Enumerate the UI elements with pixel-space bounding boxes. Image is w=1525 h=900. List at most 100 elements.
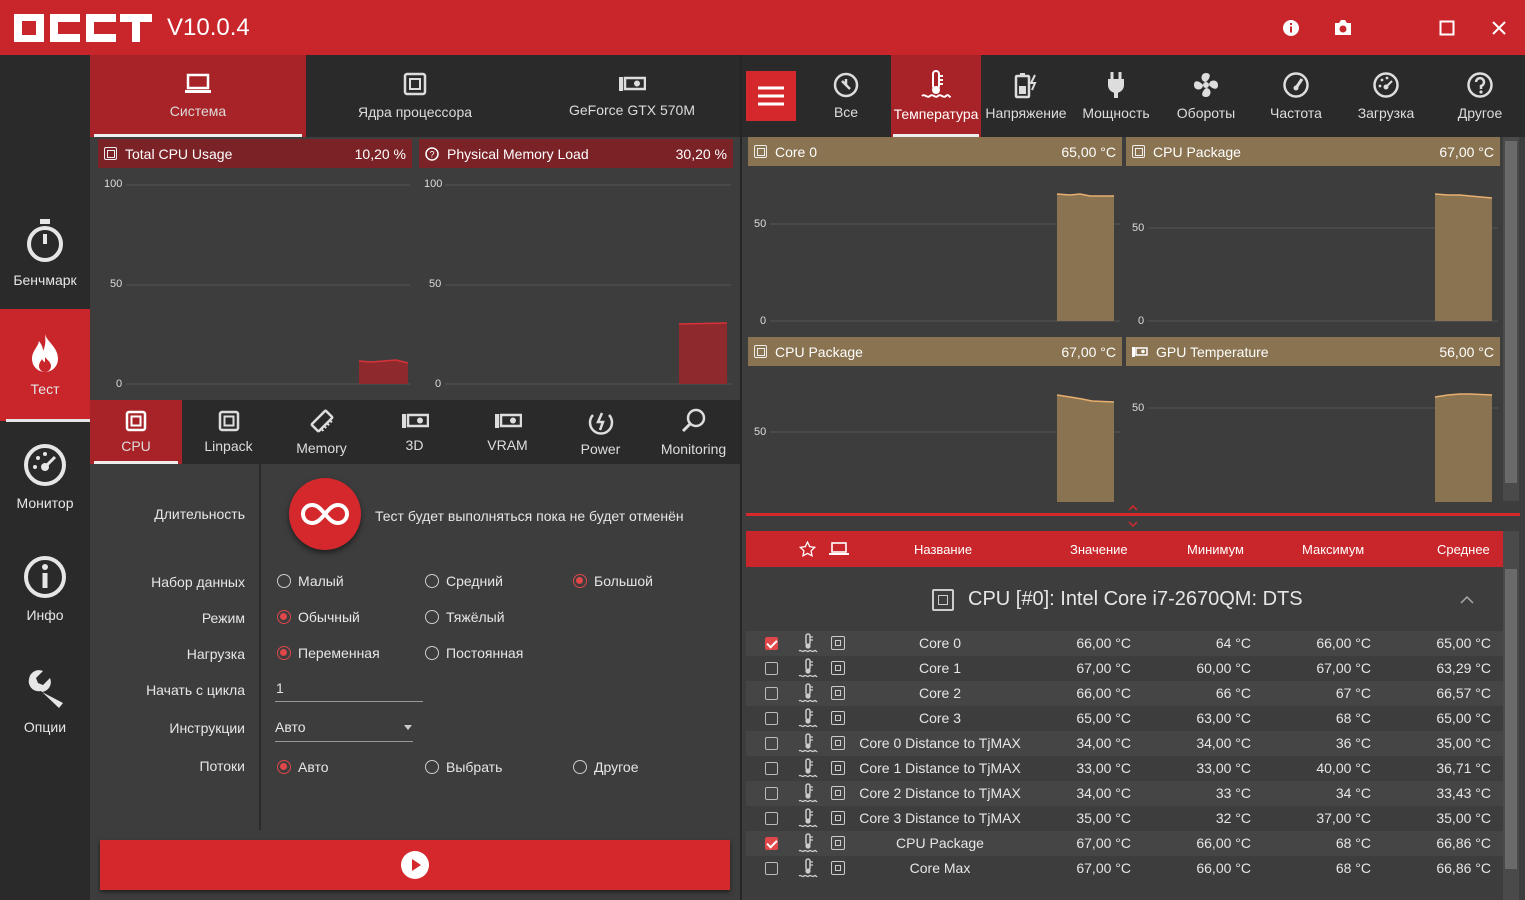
- threads-other-radio[interactable]: Другое: [573, 759, 638, 775]
- graph-toggle-icon[interactable]: [831, 686, 845, 700]
- graph-checkbox[interactable]: [104, 147, 117, 160]
- gpu-icon: [619, 76, 646, 91]
- info-button[interactable]: [1277, 14, 1305, 42]
- graph-toggle-icon[interactable]: [831, 861, 845, 875]
- table-row[interactable]: Core 0 66,00 °C 64 °C 66,00 °C 65,00 °C: [746, 631, 1503, 656]
- table-row[interactable]: Core 1 Distance to TjMAX 33,00 °C 33,00 °C…: [746, 756, 1503, 781]
- graph-toggle-icon[interactable]: [831, 661, 845, 675]
- tab-test-power[interactable]: Power: [554, 400, 647, 464]
- graph-toggle-icon[interactable]: [831, 786, 845, 800]
- row-checkbox[interactable]: [765, 812, 778, 825]
- nav-benchmark[interactable]: Бенчмарк: [0, 197, 90, 309]
- table-row[interactable]: Core 3 Distance to TjMAX 35,00 °C 32 °C 37,…: [746, 806, 1503, 831]
- load-constant-radio[interactable]: Постоянная: [425, 645, 523, 661]
- tab-voltage[interactable]: Напряжение: [981, 55, 1071, 137]
- threads-select-radio[interactable]: Выбрать: [425, 759, 502, 775]
- dataset-medium-radio[interactable]: Средний: [425, 573, 503, 589]
- graph-toggle-icon[interactable]: [831, 636, 845, 650]
- start-test-button[interactable]: [100, 840, 730, 890]
- nav-monitor[interactable]: Монитор: [0, 421, 90, 533]
- tab-power[interactable]: Мощность: [1071, 55, 1161, 137]
- graph-toggle-icon[interactable]: [831, 836, 845, 850]
- graph-checkbox[interactable]: [1132, 145, 1145, 158]
- dataset-large-radio[interactable]: Большой: [573, 573, 653, 589]
- star-icon[interactable]: [799, 541, 816, 557]
- tab-other[interactable]: Другое: [1435, 55, 1525, 137]
- tab-frequency[interactable]: Частота: [1251, 55, 1341, 137]
- sensor-avg: 36,71 °C: [1436, 760, 1491, 776]
- nav-test[interactable]: Тест: [0, 309, 90, 421]
- tab-gpu[interactable]: GeForce GTX 570M: [524, 55, 740, 137]
- menu-button[interactable]: [746, 71, 796, 121]
- infinity-icon: [301, 502, 349, 526]
- column-header-min[interactable]: Минимум: [1187, 542, 1244, 557]
- tab-test-linpack[interactable]: Linpack: [182, 400, 275, 464]
- sensor-name: Core 2 Distance to TjMAX: [859, 785, 1021, 801]
- chevron-up-icon[interactable]: [1460, 595, 1474, 604]
- table-row[interactable]: Core 2 66,00 °C 66 °C 67 °C 66,57 °C: [746, 681, 1503, 706]
- row-checkbox[interactable]: [765, 762, 778, 775]
- scrollbar-thumb[interactable]: [1505, 141, 1517, 483]
- row-checkbox[interactable]: [765, 787, 778, 800]
- tab-test-cpu[interactable]: CPU: [90, 400, 182, 464]
- column-header-name[interactable]: Название: [914, 542, 972, 557]
- table-scrollbar[interactable]: [1503, 531, 1519, 900]
- row-checkbox[interactable]: [765, 687, 778, 700]
- sensor-group-header[interactable]: CPU [#0]: Intel Core i7-2670QM: DTS: [746, 567, 1503, 627]
- row-checkbox[interactable]: [765, 712, 778, 725]
- row-checkbox[interactable]: [765, 737, 778, 750]
- graph-checkbox[interactable]: [754, 345, 767, 358]
- tab-test-vram[interactable]: VRAM: [461, 400, 554, 464]
- row-checkbox[interactable]: [765, 637, 778, 650]
- graph-checkbox[interactable]: [754, 145, 767, 158]
- table-row[interactable]: CPU Package 67,00 °C 66,00 °C 68 °C 66,86 °C: [746, 831, 1503, 856]
- tab-test-memory[interactable]: Memory: [275, 400, 368, 464]
- sensor-min: 66 °C: [1215, 685, 1251, 701]
- instructions-select[interactable]: Авто: [275, 714, 413, 742]
- graph-toggle-icon[interactable]: [831, 711, 845, 725]
- tab-cpu-cores[interactable]: Ядра процессора: [306, 55, 524, 137]
- mode-heavy-radio[interactable]: Тяжёлый: [425, 609, 505, 625]
- infinite-duration-button[interactable]: [289, 478, 361, 550]
- column-header-value[interactable]: Значение: [1070, 542, 1128, 557]
- tab-system[interactable]: Система: [90, 55, 306, 137]
- graph-toggle-icon[interactable]: [831, 761, 845, 775]
- close-button[interactable]: [1485, 14, 1513, 42]
- nav-options[interactable]: Опции: [0, 645, 90, 757]
- row-checkbox[interactable]: [765, 862, 778, 875]
- graphs-scrollbar[interactable]: [1503, 137, 1519, 501]
- column-header-max[interactable]: Максимум: [1302, 542, 1364, 557]
- battery-icon: [1014, 73, 1037, 99]
- mode-normal-radio[interactable]: Обычный: [277, 609, 360, 625]
- left-navigation: Бенчмарк Тест Монитор Инфо Опции: [0, 55, 90, 900]
- radio-circle-selected: [277, 646, 291, 660]
- table-row[interactable]: Core 3 65,00 °C 63,00 °C 68 °C 65,00 °C: [746, 706, 1503, 731]
- radio-circle: [277, 574, 291, 588]
- graph-title: Physical Memory Load: [447, 145, 589, 162]
- table-row[interactable]: Core 2 Distance to TjMAX 34,00 °C 33 °C 34 …: [746, 781, 1503, 806]
- tab-test-3d[interactable]: 3D: [368, 400, 461, 464]
- row-checkbox[interactable]: [765, 837, 778, 850]
- tab-all[interactable]: Все: [801, 55, 891, 137]
- table-row[interactable]: Core 0 Distance to TjMAX 34,00 °C 34,00 °C…: [746, 731, 1503, 756]
- threads-auto-radio[interactable]: Авто: [277, 759, 329, 775]
- table-row[interactable]: Core Max 67,00 °C 66,00 °C 68 °C 66,86 °C: [746, 856, 1503, 881]
- tab-temperature[interactable]: Температура: [891, 55, 981, 137]
- splitter-handle-icon[interactable]: [1127, 505, 1139, 527]
- column-header-avg[interactable]: Среднее: [1437, 542, 1490, 557]
- tab-load[interactable]: Загрузка: [1341, 55, 1431, 137]
- graph-toggle-icon[interactable]: [831, 736, 845, 750]
- start-cycle-input[interactable]: 1: [275, 674, 423, 702]
- nav-info[interactable]: Инфо: [0, 533, 90, 645]
- tab-test-monitoring[interactable]: Monitoring: [647, 400, 740, 464]
- maximize-button[interactable]: [1433, 14, 1461, 42]
- tab-fans[interactable]: Обороты: [1161, 55, 1251, 137]
- load-variable-radio[interactable]: Переменная: [277, 645, 380, 661]
- laptop-icon[interactable]: [829, 542, 849, 556]
- scrollbar-thumb[interactable]: [1505, 569, 1517, 869]
- graph-toggle-icon[interactable]: [831, 811, 845, 825]
- table-row[interactable]: Core 1 67,00 °C 60,00 °C 67,00 °C 63,29 °C: [746, 656, 1503, 681]
- row-checkbox[interactable]: [765, 662, 778, 675]
- dataset-small-radio[interactable]: Малый: [277, 573, 344, 589]
- screenshot-button[interactable]: [1329, 14, 1357, 42]
